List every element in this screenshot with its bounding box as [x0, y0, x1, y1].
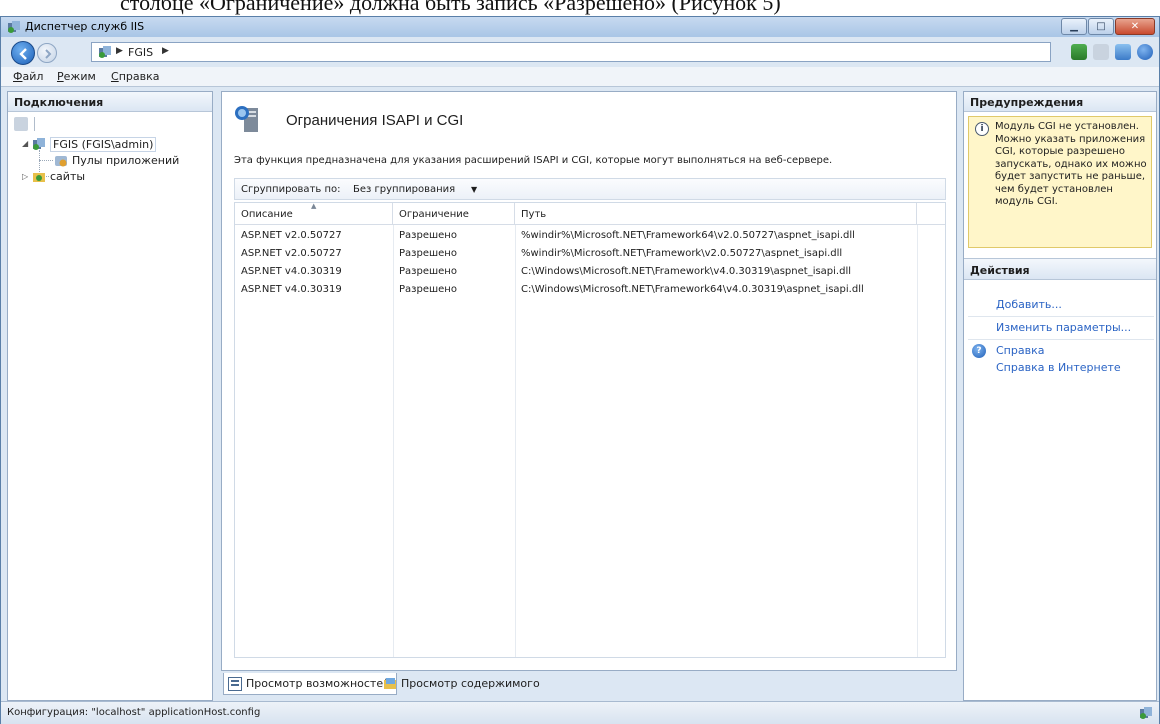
column-header-label: Описание	[241, 209, 293, 220]
server-icon	[99, 46, 111, 58]
menu-bar: Файл Режим Справка	[1, 67, 1159, 87]
breadcrumb-separator-icon[interactable]: ▶	[162, 46, 169, 56]
server-icon	[33, 138, 45, 150]
tree-label-app-pools: Пулы приложений	[72, 154, 180, 167]
window-title: Диспетчер служб IIS	[25, 20, 145, 33]
column-header-restriction[interactable]: Ограничение	[393, 203, 515, 225]
column-header-description[interactable]: Описание ▲	[235, 202, 393, 225]
connections-panel: Подключения ◢ FGIS (FGIS\admin) Пулы при…	[7, 91, 213, 701]
title-bar: Диспетчер служб IIS ▁ □ ✕	[1, 17, 1159, 37]
action-help-link[interactable]: Справка	[996, 344, 1044, 357]
connections-toolbar	[8, 113, 212, 135]
cell-restriction: Разрешено	[399, 230, 457, 241]
toolbar-icons	[1071, 44, 1153, 60]
status-bar: Конфигурация: "localhost" applicationHos…	[1, 701, 1159, 724]
connect-icon[interactable]	[14, 117, 28, 131]
tab-content-view[interactable]: Просмотр содержимого	[379, 673, 546, 695]
cell-path: C:\Windows\Microsoft.NET\Framework64\v4.…	[521, 284, 864, 295]
minimize-button[interactable]: ▁	[1061, 18, 1087, 35]
info-icon: i	[975, 122, 989, 136]
actions-panel: Предупреждения i Модуль CGI не установле…	[963, 91, 1157, 701]
menu-file[interactable]: Файл	[13, 70, 43, 83]
sort-ascending-icon: ▲	[311, 202, 317, 210]
window-controls: ▁ □ ✕	[1061, 18, 1155, 35]
cell-description: ASP.NET v4.0.30319	[241, 284, 342, 295]
breadcrumb-separator-icon: ▶	[116, 46, 123, 56]
help-icon: ?	[972, 344, 986, 358]
actions-divider	[968, 339, 1154, 340]
alert-message-box: i Модуль CGI не установлен. Можно указат…	[968, 116, 1152, 248]
tab-features-view[interactable]: Просмотр возможностей	[223, 673, 398, 695]
cell-restriction: Разрешено	[399, 248, 457, 259]
cell-description: ASP.NET v2.0.50727	[241, 230, 342, 241]
app-pool-icon	[55, 156, 67, 167]
stop-icon[interactable]	[1093, 44, 1109, 60]
group-by-dropdown[interactable]: Без группирования	[353, 184, 455, 195]
table-row[interactable]: ASP.NET v2.0.50727 Разрешено %windir%\Mi…	[235, 227, 945, 245]
arrow-left-icon	[19, 48, 27, 60]
tree-label-sites: сайты	[50, 170, 86, 183]
table-row[interactable]: ASP.NET v4.0.30319 Разрешено C:\Windows\…	[235, 281, 945, 299]
action-edit-settings-link[interactable]: Изменить параметры...	[996, 321, 1131, 334]
tree-node-app-pools[interactable]: Пулы приложений	[8, 153, 208, 169]
maximize-button[interactable]: □	[1088, 18, 1114, 35]
cell-description: ASP.NET v2.0.50727	[241, 248, 342, 259]
action-online-help-link[interactable]: Справка в Интернете	[996, 361, 1121, 374]
breadcrumb-item-fgis[interactable]: FGIS	[128, 46, 153, 59]
content-view-icon	[384, 678, 396, 689]
tab-content-label: Просмотр содержимого	[401, 677, 540, 690]
collapsed-triangle-icon[interactable]: ▷	[22, 172, 28, 181]
actions-title: Действия	[964, 258, 1156, 280]
action-add-link[interactable]: Добавить...	[996, 298, 1062, 311]
table-row[interactable]: ASP.NET v2.0.50727 Разрешено %windir%\Mi…	[235, 245, 945, 263]
cell-description: ASP.NET v4.0.30319	[241, 266, 342, 277]
feature-panel: Ограничения ISAPI и CGI Эта функция пред…	[221, 91, 957, 671]
tree-label-server: FGIS (FGIS\admin)	[50, 137, 157, 152]
connections-title: Подключения	[8, 92, 212, 112]
server-status-icon	[1140, 707, 1152, 719]
restrictions-table: Описание ▲ Ограничение Путь ASP.NET v2.0…	[234, 202, 946, 658]
forward-button[interactable]	[37, 43, 57, 63]
iis-manager-window: Диспетчер служб IIS ▁ □ ✕ ▶ FGIS ▶ Файл …	[0, 16, 1160, 724]
cell-path: C:\Windows\Microsoft.NET\Framework\v4.0.…	[521, 266, 852, 277]
cell-restriction: Разрешено	[399, 284, 457, 295]
cell-path: %windir%\Microsoft.NET\Framework\v2.0.50…	[521, 248, 843, 259]
document-caption-text: столбце «Ограничение» должна быть запись…	[120, 0, 781, 15]
group-by-label: Сгруппировать по:	[241, 184, 341, 195]
sites-folder-icon	[33, 173, 45, 182]
column-header-path[interactable]: Путь	[515, 203, 917, 225]
close-button[interactable]: ✕	[1115, 18, 1155, 35]
back-button[interactable]	[11, 41, 35, 65]
cell-path: %windir%\Microsoft.NET\Framework64\v2.0.…	[521, 230, 855, 241]
table-row[interactable]: ASP.NET v4.0.30319 Разрешено C:\Windows\…	[235, 263, 945, 281]
address-bar: ▶ FGIS ▶	[1, 38, 1159, 66]
cell-restriction: Разрешено	[399, 266, 457, 277]
menu-help[interactable]: Справка	[111, 70, 159, 83]
document-text-strip: столбце «Ограничение» должна быть запись…	[0, 0, 1160, 16]
refresh-icon[interactable]	[1071, 44, 1087, 60]
toolbar-divider	[34, 117, 35, 131]
tab-features-label: Просмотр возможностей	[246, 677, 391, 690]
isapi-cgi-feature-icon	[235, 106, 258, 132]
menu-view[interactable]: Режим	[57, 70, 96, 83]
table-header: Описание ▲ Ограничение Путь	[235, 202, 945, 225]
page-title: Ограничения ISAPI и CGI	[286, 112, 464, 129]
alert-message: Модуль CGI не установлен. Можно указать …	[995, 121, 1147, 207]
help-icon[interactable]	[1137, 44, 1153, 60]
expanded-triangle-icon[interactable]: ◢	[22, 139, 28, 148]
features-view-icon	[228, 677, 242, 691]
status-text: Конфигурация: "localhost" applicationHos…	[7, 707, 261, 718]
tree-node-sites[interactable]: ▷ сайты	[8, 169, 208, 185]
chevron-down-icon[interactable]: ▼	[471, 185, 477, 194]
tree-node-server[interactable]: ◢ FGIS (FGIS\admin)	[8, 136, 208, 152]
alerts-title: Предупреждения	[964, 92, 1156, 112]
feature-description: Эта функция предназначена для указания р…	[234, 155, 833, 166]
actions-divider	[968, 316, 1154, 317]
breadcrumb[interactable]: ▶ FGIS ▶	[91, 42, 1051, 62]
group-by-bar: Сгруппировать по: Без группирования ▼	[234, 178, 946, 200]
home-icon[interactable]	[1115, 44, 1131, 60]
iis-app-icon	[8, 21, 20, 33]
arrow-right-icon	[45, 49, 52, 59]
